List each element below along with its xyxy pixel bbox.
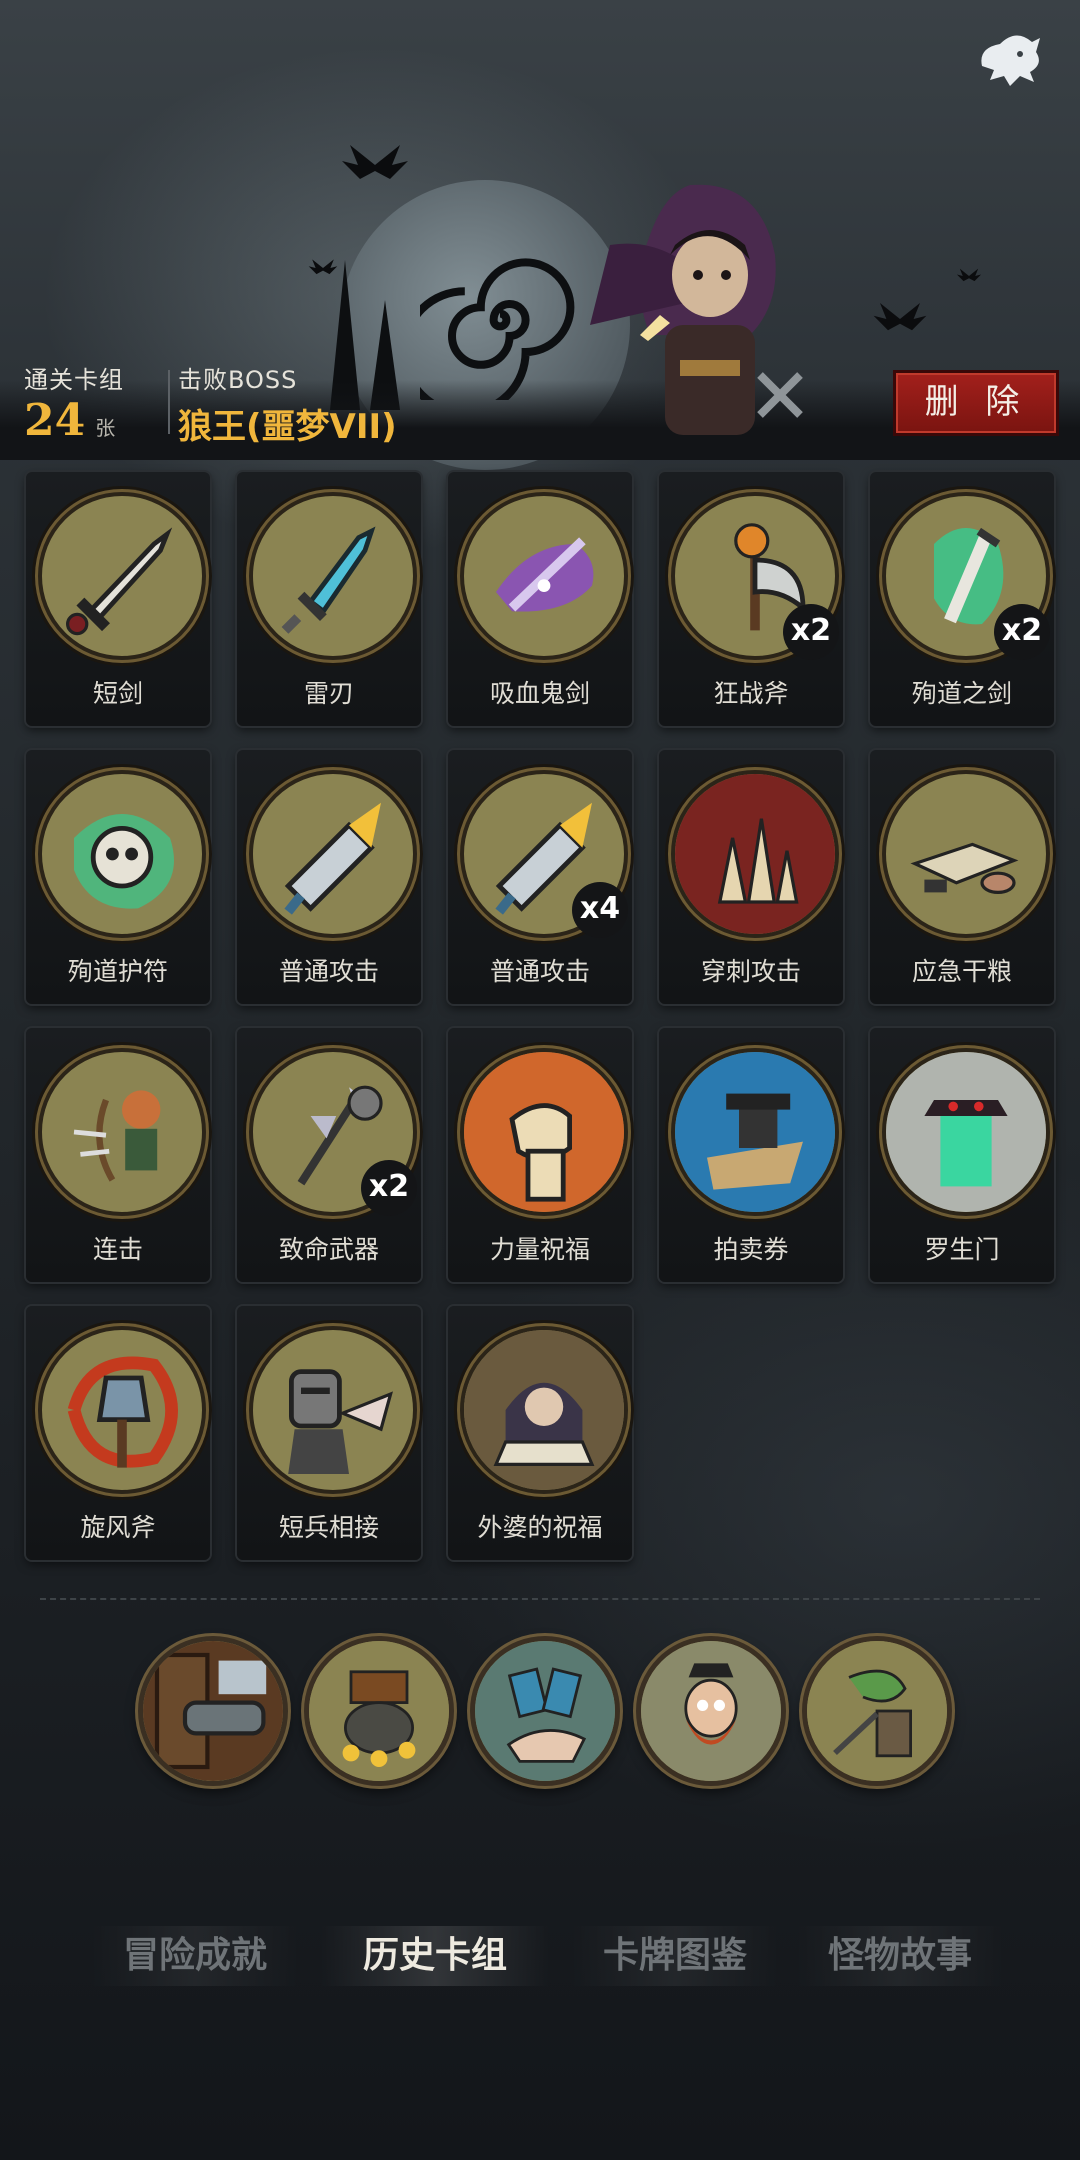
deck-card[interactable]: 短兵相接 (237, 1306, 421, 1560)
card-name: 连击 (92, 1235, 143, 1264)
header-divider (168, 370, 170, 434)
deck-card[interactable]: x2 殉道之剑 (870, 472, 1054, 726)
deck-card[interactable]: 力量祝福 (448, 1028, 632, 1282)
card-name: 殉道护符 (67, 957, 168, 986)
card-name: 拍卖券 (713, 1235, 789, 1264)
ghost-back-button[interactable] (970, 20, 1050, 100)
deck-count: 24 (24, 395, 86, 446)
thunder-blade-icon (249, 492, 417, 660)
card-name: 狂战斧 (713, 679, 789, 708)
deck-label: 通关卡组 (24, 366, 124, 394)
tab-history-decks[interactable]: 历史卡组 (320, 1926, 550, 1986)
boss-label: 击败BOSS (178, 366, 298, 394)
cannon-relic-icon[interactable] (138, 1636, 288, 1786)
card-name: 力量祝福 (489, 1235, 590, 1264)
card-multiplier-badge: x2 (783, 604, 839, 660)
serpent-ship-relic-icon[interactable] (802, 1636, 952, 1786)
card-name: 吸血鬼剑 (489, 679, 590, 708)
short-sword-icon (38, 492, 206, 660)
normal-attack-icon (249, 770, 417, 938)
deck-card[interactable]: 吸血鬼剑 (448, 472, 632, 726)
card-name: 穿刺攻击 (700, 957, 801, 986)
deck-card[interactable]: 旋风斧 (26, 1306, 210, 1560)
deck-card[interactable]: 短剑 (26, 472, 210, 726)
card-name: 雷刃 (303, 679, 354, 708)
hooded-hero-portrait (590, 184, 803, 435)
combo-archer-icon (38, 1048, 206, 1216)
pierce-attack-icon (671, 770, 839, 938)
tab-adventure-achievements[interactable]: 冒险成就 (90, 1926, 300, 1986)
whirlwind-axe-icon (38, 1326, 206, 1494)
section-divider (40, 1598, 1040, 1600)
tab-monster-stories[interactable]: 怪物故事 (795, 1926, 1005, 1986)
deck-card[interactable]: 罗生门 (870, 1028, 1054, 1282)
card-name: 罗生门 (924, 1235, 1000, 1264)
boss-name: 狼王(噩梦VII) (178, 407, 397, 447)
tab-card-collection[interactable]: 卡牌图鉴 (570, 1926, 780, 1986)
deck-card[interactable]: x2 狂战斧 (659, 472, 843, 726)
deck-card[interactable]: 连击 (26, 1028, 210, 1282)
card-multiplier-badge: x4 (572, 882, 628, 938)
card-multiplier-badge: x2 (361, 1160, 417, 1216)
vampire-sword-icon (460, 492, 628, 660)
pirate-captain-relic-icon[interactable] (636, 1636, 786, 1786)
delete-button[interactable]: 删 除 (893, 370, 1059, 436)
treasure-gold-relic-icon[interactable] (304, 1636, 454, 1786)
deck-card[interactable]: 拍卖券 (659, 1028, 843, 1282)
card-name: 旋风斧 (80, 1513, 156, 1542)
card-name: 应急干粮 (911, 957, 1012, 986)
card-multiplier-badge: x2 (994, 604, 1050, 660)
bat-icon (956, 268, 982, 282)
card-name: 致命武器 (278, 1235, 379, 1264)
magic-cards-hand-relic-icon[interactable] (470, 1636, 620, 1786)
deck-card[interactable]: 普通攻击 (237, 750, 421, 1004)
knight-clash-icon (249, 1326, 417, 1494)
bat-icon (342, 145, 408, 179)
card-name: 普通攻击 (278, 957, 379, 986)
spiral-icon (420, 258, 575, 400)
deck-card[interactable]: 穿刺攻击 (659, 750, 843, 1004)
martyr-amulet-icon (38, 770, 206, 938)
grandma-blessing-icon (460, 1326, 628, 1494)
card-name: 短剑 (92, 679, 143, 708)
boss-summary: 击败BOSS 狼王(噩梦VII) (178, 360, 397, 448)
deck-card[interactable]: x2 致命武器 (237, 1028, 421, 1282)
deck-unit: 张 (95, 416, 116, 440)
rashomon-gate-icon (882, 1048, 1050, 1216)
emergency-rations-icon (882, 770, 1050, 938)
deck-card[interactable]: 外婆的祝福 (448, 1306, 632, 1560)
card-name: 普通攻击 (489, 957, 590, 986)
auction-hammer-icon (671, 1048, 839, 1216)
deck-card[interactable]: 雷刃 (237, 472, 421, 726)
bat-icon (873, 303, 927, 331)
deck-card[interactable]: 应急干粮 (870, 750, 1054, 1004)
deck-summary: 通关卡组 24 张 (24, 360, 124, 446)
deck-card[interactable]: 殉道护符 (26, 750, 210, 1004)
strength-fist-icon (460, 1048, 628, 1216)
card-name: 短兵相接 (278, 1513, 379, 1542)
deck-card[interactable]: x4 普通攻击 (448, 750, 632, 1004)
card-name: 外婆的祝福 (477, 1513, 603, 1542)
card-name: 殉道之剑 (911, 679, 1012, 708)
